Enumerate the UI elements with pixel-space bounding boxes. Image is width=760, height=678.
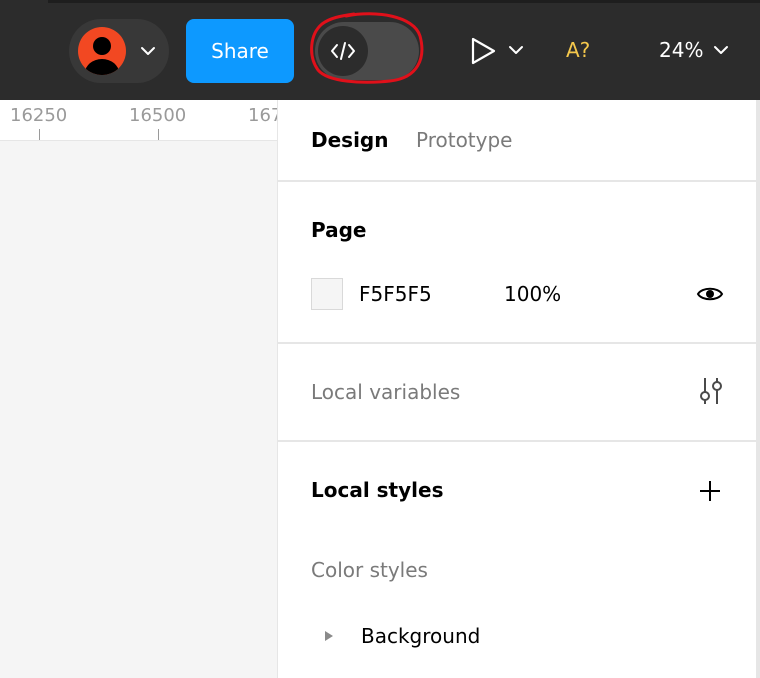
section-divider — [278, 440, 760, 442]
caret-right-icon[interactable] — [324, 630, 334, 642]
zoom-level: 24% — [659, 38, 704, 62]
zoom-dropdown[interactable]: 24% — [659, 38, 729, 62]
chevron-down-icon — [714, 46, 729, 54]
sliders-icon[interactable] — [697, 376, 725, 406]
page-section-title: Page — [311, 218, 367, 242]
panel-scrollbar[interactable] — [756, 100, 760, 678]
accessibility-check-button[interactable]: A? — [566, 38, 590, 62]
tab-prototype[interactable]: Prototype — [416, 128, 512, 152]
section-divider — [278, 180, 760, 182]
play-icon[interactable] — [468, 36, 498, 66]
chevron-down-icon[interactable] — [508, 44, 524, 56]
canvas[interactable] — [0, 141, 277, 678]
share-button[interactable]: Share — [186, 19, 294, 83]
code-icon — [331, 42, 355, 60]
chevron-down-icon — [141, 47, 155, 55]
dev-mode-knob — [318, 26, 368, 76]
plus-icon[interactable] — [698, 479, 722, 503]
page-color-hex[interactable]: F5F5F5 — [359, 282, 432, 306]
section-divider — [278, 342, 760, 344]
local-styles-title: Local styles — [311, 478, 444, 502]
dev-mode-toggle[interactable] — [315, 22, 419, 80]
toolbar-top-edge — [48, 0, 760, 3]
properties-panel: Design Prototype Page F5F5F5 100% Local … — [277, 100, 760, 678]
ruler-label: 1675 — [248, 105, 277, 126]
page-color-opacity[interactable]: 100% — [504, 282, 561, 306]
page-color-swatch[interactable] — [311, 278, 343, 310]
color-style-item[interactable]: Background — [361, 624, 480, 648]
avatar-icon — [78, 27, 126, 75]
ruler-tick — [158, 129, 159, 140]
tab-design[interactable]: Design — [311, 128, 388, 152]
local-variables-button[interactable]: Local variables — [311, 380, 460, 404]
ruler-label: 16500 — [129, 105, 187, 126]
user-menu-button[interactable] — [69, 19, 169, 83]
eye-icon[interactable] — [696, 284, 724, 304]
ruler-label: 16250 — [10, 105, 68, 126]
color-styles-label: Color styles — [311, 558, 428, 582]
top-toolbar: Share A? 24% — [0, 0, 760, 100]
ruler-tick — [39, 129, 40, 140]
horizontal-ruler: 16250 16500 1675 — [0, 100, 277, 141]
